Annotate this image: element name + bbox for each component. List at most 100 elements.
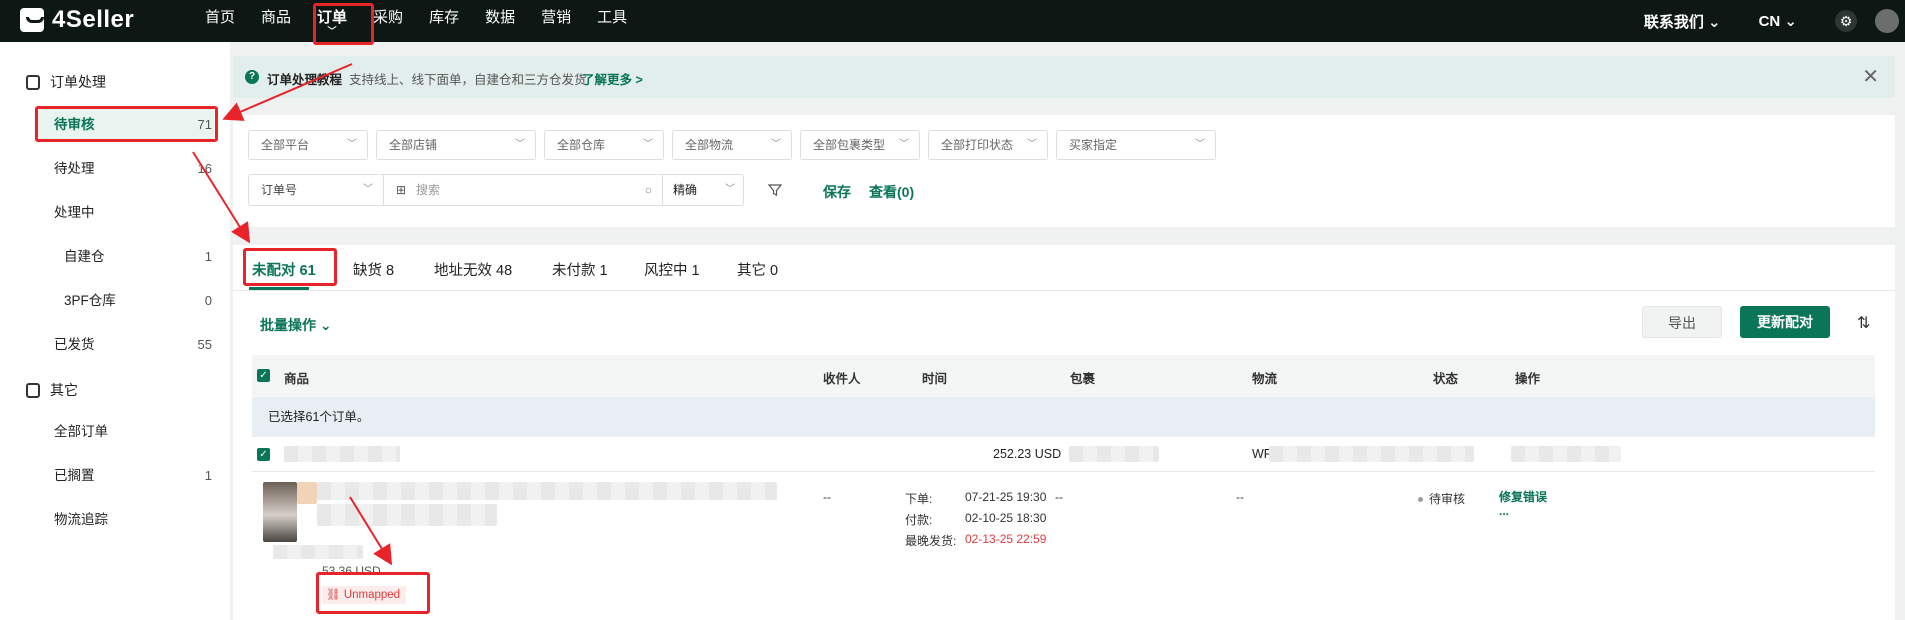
contact-us-label: 联系我们 bbox=[1643, 13, 1704, 31]
column-header-time: 时间 bbox=[922, 372, 948, 386]
package-value: -- bbox=[1055, 490, 1063, 504]
gear-icon[interactable]: ⚙ bbox=[1835, 10, 1857, 32]
column-header-actions: 操作 bbox=[1515, 372, 1541, 386]
sidebar-item-processing[interactable]: 处理中 bbox=[34, 196, 214, 230]
sidebar-item-all-orders[interactable]: 全部订单 bbox=[34, 415, 214, 449]
sidebar-item-shipped[interactable]: 已发货 55 bbox=[34, 328, 214, 362]
tracking-redacted bbox=[1269, 446, 1474, 462]
tab-risk-control[interactable]: 风控中 1 bbox=[644, 259, 700, 280]
language-switch[interactable]: CN ⌄ bbox=[1759, 12, 1797, 30]
sidebar-item-label: 全部订单 bbox=[54, 424, 108, 439]
platform-select[interactable]: 全部平台 ﹀ bbox=[248, 130, 368, 160]
chevron-down-icon: ﹀ bbox=[771, 139, 781, 150]
sidebar-item-label: 处理中 bbox=[54, 205, 95, 220]
sidebar-item-own-warehouse[interactable]: 自建仓 1 bbox=[34, 240, 214, 274]
contact-us-link[interactable]: 联系我们 ⌄ bbox=[1644, 11, 1721, 32]
select-all-checkbox[interactable]: ✓ bbox=[257, 369, 270, 382]
sidebar-item-label: 已搁置 bbox=[54, 468, 95, 483]
tab-unmapped[interactable]: 未配对 61 bbox=[252, 259, 316, 280]
select-value: 全部包裹类型 bbox=[813, 138, 886, 152]
item-price: 53.36 USD bbox=[322, 564, 381, 578]
brand-name: 4Seller bbox=[52, 6, 135, 33]
fix-error-link[interactable]: 修复错误 bbox=[1499, 488, 1547, 505]
sidebar-item-label: 待审核 bbox=[54, 117, 95, 132]
product-image bbox=[263, 482, 297, 542]
save-filter-button[interactable]: 保存 bbox=[823, 182, 851, 202]
package-type-select[interactable]: 全部包裹类型 ﹀ bbox=[800, 130, 920, 160]
nav-tools[interactable]: 工具 bbox=[584, 0, 640, 42]
search-input[interactable]: ⊞ 搜索 ○ bbox=[383, 174, 663, 206]
column-settings-icon[interactable]: ⇅ bbox=[1857, 313, 1870, 333]
avatar[interactable] bbox=[1875, 9, 1899, 33]
clipboard-icon bbox=[26, 74, 40, 90]
order-id-redacted bbox=[284, 446, 400, 462]
select-value: 精确 bbox=[673, 183, 698, 197]
chevron-down-icon: ﹀ bbox=[1027, 139, 1037, 150]
sidebar-item-to-process[interactable]: 待处理 16 bbox=[34, 152, 214, 186]
sidebar-item-count: 1 bbox=[204, 468, 212, 483]
chevron-down-icon: ﹀ bbox=[643, 139, 653, 150]
nav-inventory[interactable]: 库存 bbox=[416, 0, 472, 42]
order-total: 252.23 USD bbox=[993, 447, 1062, 461]
sidebar-item-count: 16 bbox=[197, 161, 212, 176]
logistics-select[interactable]: 全部物流 ﹀ bbox=[672, 130, 792, 160]
export-button[interactable]: 导出 bbox=[1642, 306, 1722, 338]
chevron-down-icon: ﹀ bbox=[515, 139, 525, 150]
language-label: CN bbox=[1758, 13, 1781, 30]
time-label-ordered: 下单: bbox=[905, 492, 933, 506]
store-select[interactable]: 全部店铺 ﹀ bbox=[376, 130, 536, 160]
unmapped-label: Unmapped bbox=[343, 589, 401, 601]
sidebar-item-3pf-warehouse[interactable]: 3PF仓库 0 bbox=[34, 284, 214, 318]
sidebar-group-other: 其它 bbox=[26, 380, 78, 400]
nav-orders[interactable]: 订单 ﹀ bbox=[304, 0, 360, 42]
view-saved-button[interactable]: 查看(0) bbox=[869, 182, 914, 202]
tab-out-of-stock[interactable]: 缺货 8 bbox=[353, 259, 394, 280]
chevron-down-icon: ﹀ bbox=[725, 184, 735, 195]
sidebar-item-count: 0 bbox=[204, 293, 212, 308]
sidebar-item-tracking[interactable]: 物流追踪 bbox=[34, 503, 214, 537]
sidebar-item-count: 1 bbox=[204, 249, 212, 264]
match-mode-select[interactable]: 精确 ﹀ bbox=[662, 174, 744, 206]
brand-logo[interactable]: 4Seller bbox=[20, 6, 134, 34]
update-mapping-button[interactable]: 更新配对 bbox=[1740, 306, 1830, 338]
nav-home[interactable]: 首页 bbox=[192, 0, 248, 42]
active-tab-indicator bbox=[249, 287, 309, 290]
tab-other[interactable]: 其它 0 bbox=[737, 259, 778, 280]
select-value: 全部平台 bbox=[261, 138, 310, 152]
order-checkbox[interactable]: ✓ bbox=[257, 448, 270, 461]
learn-more-link[interactable]: 了解更多 > bbox=[582, 69, 643, 88]
nav-purchase[interactable]: 采购 bbox=[360, 0, 416, 42]
time-paid: 02-10-25 18:30 bbox=[965, 511, 1047, 525]
more-actions-button[interactable]: ... bbox=[1499, 504, 1509, 518]
search-field-select[interactable]: 订单号 ﹀ bbox=[248, 174, 384, 206]
sidebar-item-pending-review[interactable]: 待审核 71 bbox=[34, 108, 214, 142]
nav-orders-label: 订单 bbox=[317, 9, 348, 26]
batch-actions-dropdown[interactable]: 批量操作 ⌄ bbox=[260, 315, 332, 335]
sidebar-item-label: 自建仓 bbox=[64, 249, 105, 264]
chevron-down-icon: ⌄ bbox=[1708, 13, 1721, 31]
print-status-select[interactable]: 全部打印状态 ﹀ bbox=[928, 130, 1048, 160]
nav-right: 联系我们 ⌄ CN ⌄ ⚙ bbox=[1644, 0, 1905, 42]
nav-data[interactable]: 数据 bbox=[472, 0, 528, 42]
product-title-redacted bbox=[317, 482, 777, 500]
filter-panel: 全部平台 ﹀ 全部店铺 ﹀ 全部仓库 ﹀ 全部物流 ﹀ 全部包裹类型 ﹀ 全部打印状态 ﹀ … bbox=[233, 115, 1895, 227]
chevron-down-icon: ﹀ bbox=[347, 139, 357, 150]
banner-text: 支持线上、线下面单，自建仓和三方仓发货 bbox=[349, 73, 587, 87]
sidebar-item-label: 3PF仓库 bbox=[64, 293, 116, 308]
search-icon[interactable]: ○ bbox=[645, 175, 652, 205]
tab-unpaid[interactable]: 未付款 1 bbox=[552, 259, 608, 280]
tab-invalid-address[interactable]: 地址无效 48 bbox=[434, 259, 512, 280]
select-value: 订单号 bbox=[261, 183, 298, 197]
buyer-specified-select[interactable]: 买家指定 ﹀ bbox=[1056, 130, 1216, 160]
filter-icon[interactable] bbox=[768, 183, 782, 197]
nav-products[interactable]: 商品 bbox=[248, 0, 304, 42]
select-value: 全部打印状态 bbox=[941, 138, 1014, 152]
warehouse-select[interactable]: 全部仓库 ﹀ bbox=[544, 130, 664, 160]
time-label-paid: 付款: bbox=[905, 513, 933, 527]
select-value: 买家指定 bbox=[1069, 138, 1118, 152]
sidebar-item-on-hold[interactable]: 已搁置 1 bbox=[34, 459, 214, 493]
nav-marketing[interactable]: 营销 bbox=[528, 0, 584, 42]
time-ordered: 07-21-25 19:30 bbox=[965, 490, 1047, 504]
logo-icon bbox=[20, 8, 44, 32]
close-icon[interactable]: ✕ bbox=[1862, 64, 1879, 89]
